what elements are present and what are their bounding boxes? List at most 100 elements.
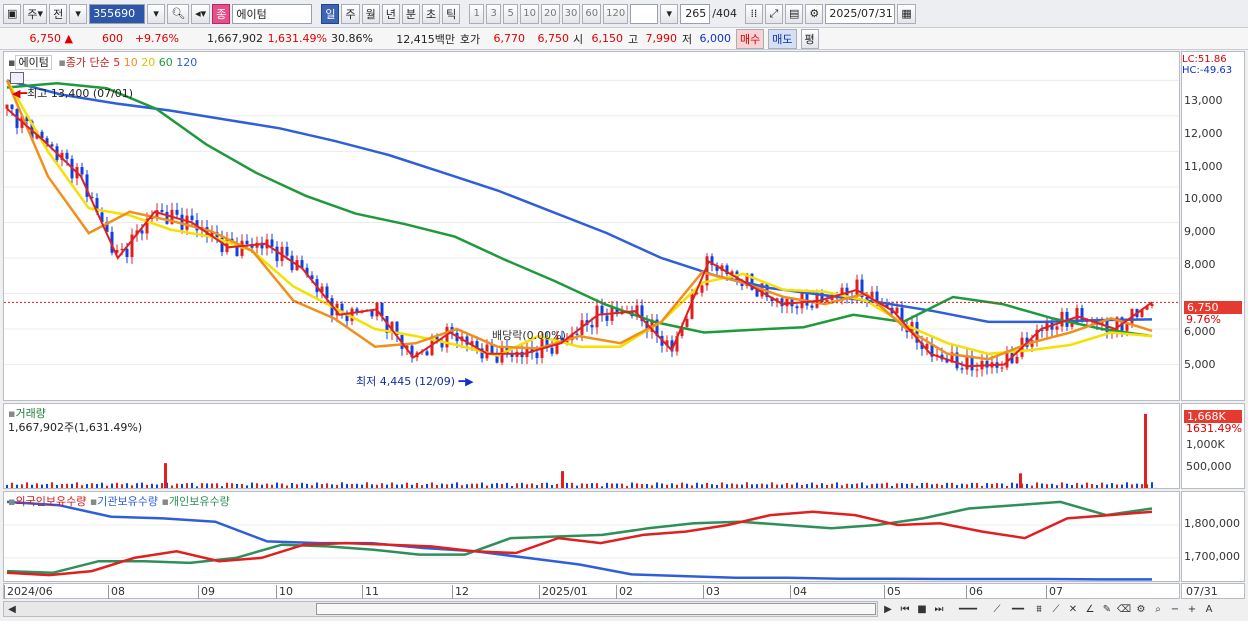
bid-price: 6,750 bbox=[537, 32, 570, 45]
chart-scrollbar[interactable]: ◀ bbox=[3, 601, 878, 617]
legend-ma10: 10 bbox=[123, 56, 138, 69]
volume-bar bbox=[141, 482, 143, 488]
font-size-icon[interactable]: A bbox=[1201, 601, 1217, 617]
open-price: 6,150 bbox=[591, 32, 624, 45]
volume-bar bbox=[401, 484, 403, 488]
interval-10-button[interactable]: 10 bbox=[520, 3, 539, 24]
eraser-icon[interactable]: ⌫ bbox=[1116, 601, 1132, 617]
plus-icon[interactable]: + bbox=[1184, 601, 1200, 617]
volume-bar bbox=[1071, 485, 1073, 488]
scroll-left-icon[interactable]: ◀ bbox=[4, 601, 20, 617]
volume-bar bbox=[821, 483, 823, 488]
chevron-down-icon[interactable]: ▾ bbox=[69, 3, 88, 24]
rewind-icon[interactable]: ⏮ bbox=[897, 601, 913, 617]
interval-1-button[interactable]: 1 bbox=[469, 3, 485, 24]
crosshair-icon[interactable]: ⤢ bbox=[764, 3, 783, 24]
buy-button[interactable]: 매수 bbox=[736, 28, 765, 49]
interval-120-button[interactable]: 120 bbox=[603, 3, 629, 24]
period-prefix-button[interactable]: 전 bbox=[49, 3, 68, 24]
interval-3-button[interactable]: 3 bbox=[486, 3, 502, 24]
sell-button[interactable]: 매도 bbox=[768, 28, 797, 49]
grid-icon[interactable]: ⁞⁞ bbox=[744, 3, 763, 24]
period-week-button[interactable]: 주 bbox=[341, 3, 360, 24]
stock-code-input[interactable]: 355690 bbox=[89, 3, 146, 24]
scroll-thumb[interactable] bbox=[316, 603, 876, 615]
period-second-button[interactable]: 초 bbox=[421, 3, 441, 24]
market-select[interactable]: 주 ▾ bbox=[23, 3, 48, 24]
volume-bar bbox=[671, 483, 673, 488]
fib-icon[interactable]: ⩩ bbox=[1031, 601, 1047, 617]
code-dropdown-icon[interactable]: ▾ bbox=[147, 3, 166, 24]
count-input[interactable]: 265 bbox=[680, 3, 711, 24]
volume-bar bbox=[371, 484, 373, 488]
volume-bar bbox=[656, 482, 658, 488]
volume-bar bbox=[756, 484, 758, 488]
volume-bar bbox=[691, 485, 693, 488]
volume-bar bbox=[446, 484, 448, 488]
volume-bar bbox=[921, 483, 923, 488]
fast-forward-icon[interactable]: ⏭ bbox=[931, 601, 947, 617]
stop-icon[interactable]: ■ bbox=[914, 601, 930, 617]
candle-body bbox=[5, 104, 9, 109]
interval-30-button[interactable]: 30 bbox=[561, 3, 581, 24]
volume-bar bbox=[396, 484, 398, 488]
interval-custom-input[interactable] bbox=[630, 3, 659, 24]
trendline-icon[interactable]: ⟋ bbox=[989, 601, 1005, 617]
volume-bar bbox=[161, 483, 163, 488]
cross-line-icon[interactable]: ✕ bbox=[1065, 601, 1081, 617]
table-icon[interactable] bbox=[10, 72, 24, 84]
interval-5-button[interactable]: 5 bbox=[503, 3, 519, 24]
volume-bar bbox=[606, 482, 608, 488]
zoom-icon[interactable]: ⌕ bbox=[1150, 601, 1166, 617]
search-icon[interactable]: 🔍︎ bbox=[167, 3, 190, 24]
xtick: 11 bbox=[362, 585, 379, 599]
date-input[interactable]: 2025/07/31 bbox=[825, 3, 896, 24]
gear-icon[interactable]: ⚙ bbox=[805, 3, 824, 24]
interval-60-button[interactable]: 60 bbox=[582, 3, 602, 24]
volume-bar bbox=[761, 483, 763, 488]
period-tick-button[interactable]: 틱 bbox=[442, 3, 461, 24]
volume-pane[interactable]: ▪거래량 1,667,902주(1,631.49%) bbox=[3, 403, 1180, 489]
volume-bar bbox=[811, 482, 813, 488]
evaluate-button[interactable]: 평 bbox=[800, 28, 819, 49]
volume-bar bbox=[11, 482, 13, 488]
interval-dropdown-icon[interactable]: ▾ bbox=[660, 3, 679, 24]
period-day-button[interactable]: 일 bbox=[321, 3, 340, 24]
volume-bar bbox=[726, 484, 728, 488]
volume-bar bbox=[721, 482, 723, 488]
volume-bar bbox=[431, 482, 433, 488]
draw-icon[interactable]: ⟋ bbox=[1048, 601, 1064, 617]
period-month-button[interactable]: 월 bbox=[361, 3, 380, 24]
ytick: 6,000 bbox=[1184, 325, 1216, 338]
speaker-icon[interactable]: ◂▾ bbox=[191, 3, 211, 24]
last-price: 6,750 ▲ bbox=[29, 32, 73, 45]
volume-bar bbox=[16, 484, 18, 488]
volume-bar bbox=[1101, 482, 1103, 488]
stock-name-field[interactable]: 에이텀 bbox=[232, 3, 313, 24]
volume-bar bbox=[1136, 483, 1138, 488]
minus-icon[interactable]: − bbox=[1167, 601, 1183, 617]
volume-bar bbox=[106, 485, 108, 488]
layout-icon[interactable]: ▣ bbox=[3, 3, 22, 24]
save-icon[interactable]: ▤ bbox=[784, 3, 804, 24]
volume-bar bbox=[51, 482, 53, 488]
volume-bar bbox=[1116, 484, 1118, 488]
range-slider[interactable]: ━━ bbox=[1006, 601, 1030, 617]
price-pane[interactable]: ▪ 에이텀 ▪종가 단순 5 10 20 60 120 ◀━최고 13,400 (… bbox=[3, 51, 1180, 401]
calendar-icon[interactable]: ▦ bbox=[897, 3, 916, 24]
angle-icon[interactable]: ∠ bbox=[1082, 601, 1098, 617]
period-year-button[interactable]: 년 bbox=[381, 3, 400, 24]
volume-percent: 1,631.49% bbox=[267, 32, 327, 45]
volume-bar bbox=[891, 485, 893, 488]
interval-20-button[interactable]: 20 bbox=[540, 3, 560, 24]
candle-body bbox=[985, 360, 989, 368]
volume-bar bbox=[111, 483, 113, 488]
period-minute-button[interactable]: 분 bbox=[401, 3, 420, 24]
scroll-right-icon[interactable]: ▶ bbox=[880, 601, 896, 617]
pencil-icon[interactable]: ✎ bbox=[1099, 601, 1115, 617]
holdings-pane[interactable]: ▪외국인보유수량 ▪기관보유수량 ▪개인보유수량 bbox=[3, 491, 1180, 582]
settings-icon[interactable]: ⚙ bbox=[1133, 601, 1149, 617]
zoom-slider[interactable]: ━━━ bbox=[948, 601, 988, 617]
xtick: 08 bbox=[108, 585, 125, 599]
volume-bar bbox=[1016, 483, 1018, 488]
